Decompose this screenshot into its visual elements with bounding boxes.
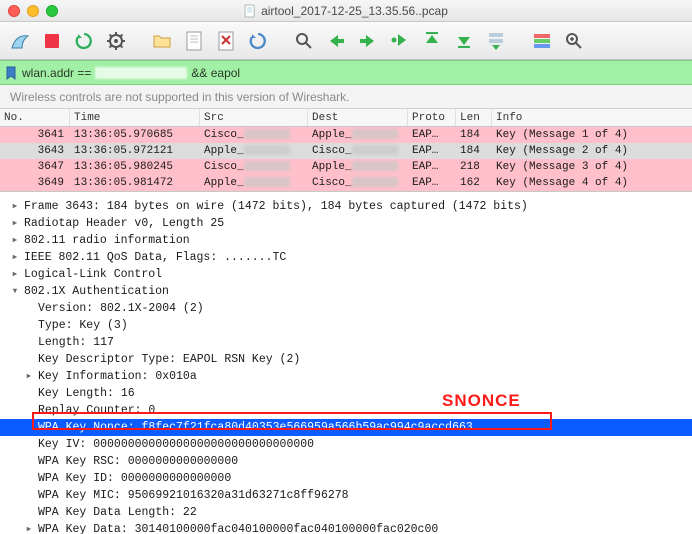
col-dest[interactable]: Dest	[308, 109, 408, 126]
tree-keyinfo[interactable]: ▸Key Information: 0x010a	[0, 368, 692, 385]
arrow-right-icon[interactable]	[354, 27, 382, 55]
info-bar-text: Wireless controls are not supported in t…	[10, 90, 349, 104]
main-toolbar	[0, 22, 692, 60]
tree-frame[interactable]: ▸Frame 3643: 184 bytes on wire (1472 bit…	[0, 198, 692, 215]
autoscroll-icon[interactable]	[482, 27, 510, 55]
document-icon	[244, 4, 256, 18]
filter-prefix: wlan.addr ==	[22, 66, 91, 80]
col-time[interactable]: Time	[70, 109, 200, 126]
tree-length[interactable]: Length: 117	[0, 334, 692, 351]
expand-icon[interactable]: ▸	[24, 368, 34, 385]
close-window-button[interactable]	[8, 5, 20, 17]
info-bar: Wireless controls are not supported in t…	[0, 85, 692, 109]
col-proto[interactable]: Proto	[408, 109, 456, 126]
window-title: airtool_2017-12-25_13.35.56..pcap	[244, 4, 448, 18]
expand-icon[interactable]: ▸	[10, 232, 20, 249]
packet-row[interactable]: 364713:36:05.980245Cisco_Apple_EAP…218Ke…	[0, 159, 692, 175]
last-packet-icon[interactable]	[450, 27, 478, 55]
tree-type[interactable]: Type: Key (3)	[0, 317, 692, 334]
col-len[interactable]: Len	[456, 109, 492, 126]
tree-mic[interactable]: WPA Key MIC: 95069921016320a31d63271c8ff…	[0, 487, 692, 504]
search-icon[interactable]	[290, 27, 318, 55]
minimize-window-button[interactable]	[27, 5, 39, 17]
tree-keylen[interactable]: Key Length: 16	[0, 385, 692, 402]
reload-icon[interactable]	[244, 27, 272, 55]
tree-qos[interactable]: ▸IEEE 802.11 QoS Data, Flags: .......TC	[0, 249, 692, 266]
tree-kdata[interactable]: ▸WPA Key Data: 30140100000fac040100000fa…	[0, 521, 692, 534]
tree-rsc[interactable]: WPA Key RSC: 0000000000000000	[0, 453, 692, 470]
expand-icon[interactable]: ▸	[24, 521, 34, 534]
window-title-text: airtool_2017-12-25_13.35.56..pcap	[261, 4, 448, 18]
redacted-address	[95, 67, 187, 79]
filter-suffix: && eapol	[191, 66, 240, 80]
packet-list-header: No. Time Src Dest Proto Len Info	[0, 109, 692, 127]
colorize-icon[interactable]	[528, 27, 556, 55]
col-src[interactable]: Src	[200, 109, 308, 126]
packet-row[interactable]: 364113:36:05.970685Cisco_Apple_EAP…184Ke…	[0, 127, 692, 143]
expand-icon[interactable]: ▸	[10, 266, 20, 283]
packet-row[interactable]: 364913:36:05.981472Apple_Cisco_EAP…162Ke…	[0, 175, 692, 191]
arrow-left-icon[interactable]	[322, 27, 350, 55]
goto-icon[interactable]	[386, 27, 414, 55]
tree-auth[interactable]: ▾802.1X Authentication	[0, 283, 692, 300]
packet-details-tree[interactable]: ▸Frame 3643: 184 bytes on wire (1472 bit…	[0, 191, 692, 534]
tree-radio[interactable]: ▸802.11 radio information	[0, 232, 692, 249]
col-info[interactable]: Info	[492, 109, 692, 126]
zoom-window-button[interactable]	[46, 5, 58, 17]
shark-fin-icon[interactable]	[6, 27, 34, 55]
folder-icon[interactable]	[148, 27, 176, 55]
window-controls	[8, 5, 58, 17]
tree-iv[interactable]: Key IV: 00000000000000000000000000000000	[0, 436, 692, 453]
close-file-icon[interactable]	[212, 27, 240, 55]
packet-row[interactable]: 364313:36:05.972121Apple_Cisco_EAP…184Ke…	[0, 143, 692, 159]
tree-version[interactable]: Version: 802.1X-2004 (2)	[0, 300, 692, 317]
bookmark-icon[interactable]	[4, 66, 18, 80]
display-filter-bar: wlan.addr == && eapol	[0, 60, 692, 85]
tree-id[interactable]: WPA Key ID: 0000000000000000	[0, 470, 692, 487]
titlebar: airtool_2017-12-25_13.35.56..pcap	[0, 0, 692, 22]
tree-nonce[interactable]: WPA Key Nonce: f8fec7f21fca80d40353e5669…	[0, 419, 692, 436]
gear-icon[interactable]	[102, 27, 130, 55]
display-filter-input[interactable]: wlan.addr == && eapol	[22, 66, 688, 80]
packet-list[interactable]: 364113:36:05.970685Cisco_Apple_EAP…184Ke…	[0, 127, 692, 191]
tree-kdlen[interactable]: WPA Key Data Length: 22	[0, 504, 692, 521]
zoom-in-icon[interactable]	[560, 27, 588, 55]
collapse-icon[interactable]: ▾	[10, 283, 20, 300]
tree-llc[interactable]: ▸Logical-Link Control	[0, 266, 692, 283]
save-icon[interactable]	[180, 27, 208, 55]
expand-icon[interactable]: ▸	[10, 198, 20, 215]
tree-replay[interactable]: Replay Counter: 0	[0, 402, 692, 419]
expand-icon[interactable]: ▸	[10, 249, 20, 266]
stop-icon[interactable]	[38, 27, 66, 55]
expand-icon[interactable]: ▸	[10, 215, 20, 232]
tree-kdt[interactable]: Key Descriptor Type: EAPOL RSN Key (2)	[0, 351, 692, 368]
tree-radiotap[interactable]: ▸Radiotap Header v0, Length 25	[0, 215, 692, 232]
col-no[interactable]: No.	[0, 109, 70, 126]
restart-icon[interactable]	[70, 27, 98, 55]
first-packet-icon[interactable]	[418, 27, 446, 55]
